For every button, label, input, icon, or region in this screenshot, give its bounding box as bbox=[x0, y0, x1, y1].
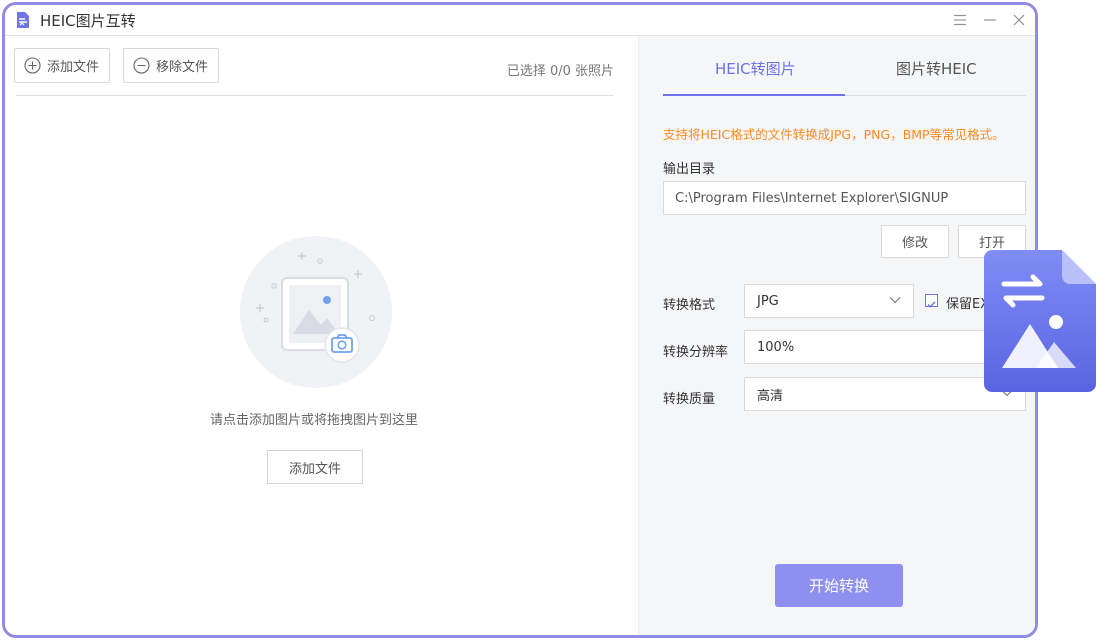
quality-value: 高清 bbox=[757, 388, 784, 404]
chevron-down-icon bbox=[889, 297, 901, 304]
resolution-label: 转换分辨率 bbox=[663, 345, 729, 360]
format-value: JPG bbox=[757, 293, 779, 309]
keep-exif-checkbox[interactable] bbox=[925, 294, 938, 308]
tab-image-to-heic[interactable]: 图片转HEIC bbox=[896, 58, 977, 79]
image-placeholder-icon bbox=[240, 236, 392, 388]
heic-convert-badge-icon bbox=[984, 250, 1096, 392]
app-title: HEIC图片互转 bbox=[40, 12, 136, 30]
add-file-center-button[interactable]: 添加文件 bbox=[267, 450, 363, 484]
format-label: 转换格式 bbox=[663, 298, 716, 313]
app-window: HEIC图片互转 添加文件 移除文件 已选择 0/0 张照片 请点击添加图片或将… bbox=[2, 2, 1038, 638]
active-tab-indicator bbox=[663, 94, 845, 96]
app-file-icon bbox=[17, 12, 29, 28]
add-file-button[interactable]: 添加文件 bbox=[14, 48, 111, 83]
toolbar-divider bbox=[16, 95, 614, 96]
remove-file-button[interactable]: 移除文件 bbox=[123, 48, 220, 83]
minus-circle-icon bbox=[133, 57, 150, 74]
format-support-notice: 支持将HEIC格式的文件转换成JPG，PNG，BMP等常见格式。 bbox=[663, 127, 1005, 142]
resolution-value: 100% bbox=[757, 339, 795, 355]
output-dir-label: 输出目录 bbox=[663, 162, 716, 177]
modify-button[interactable]: 修改 bbox=[881, 225, 949, 258]
remove-file-label: 移除文件 bbox=[156, 60, 209, 75]
file-list-panel: 添加文件 移除文件 已选择 0/0 张照片 请点击添加图片或将拖拽图片到这里 添… bbox=[5, 36, 638, 635]
tab-heic-to-image[interactable]: HEIC转图片 bbox=[715, 58, 796, 79]
checkbox-icon bbox=[927, 301, 936, 308]
plus-circle-icon bbox=[24, 57, 41, 74]
drop-hint-text: 请点击添加图片或将拖拽图片到这里 bbox=[209, 413, 418, 428]
menu-icon[interactable] bbox=[949, 9, 971, 31]
quality-label: 转换质量 bbox=[663, 392, 716, 407]
close-icon[interactable] bbox=[1008, 9, 1030, 31]
format-select[interactable]: JPG bbox=[744, 284, 914, 318]
add-file-label: 添加文件 bbox=[47, 60, 100, 75]
output-dir-field[interactable]: C:\Program Files\Internet Explorer\SIGNU… bbox=[663, 181, 1026, 215]
selected-count: 已选择 0/0 张照片 bbox=[506, 64, 614, 79]
minimize-icon[interactable] bbox=[979, 9, 1001, 31]
title-bar: HEIC图片互转 bbox=[5, 5, 1035, 36]
settings-panel: HEIC转图片 图片转HEIC 支持将HEIC格式的文件转换成JPG，PNG，B… bbox=[638, 36, 1035, 635]
start-convert-button[interactable]: 开始转换 bbox=[775, 564, 903, 607]
